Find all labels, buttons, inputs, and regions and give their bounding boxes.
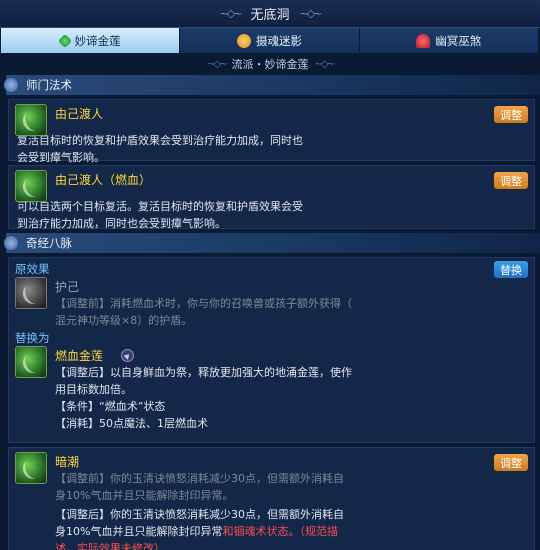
skill-desc-line: 【调整前】消耗燃血术时，你与你的召唤兽或孩子额外获得（	[55, 297, 352, 310]
skill-desc-text: 身10%气血并且只能解除封印异常	[55, 525, 223, 538]
skill-card-youji-duren: 调整 由己渡人 复活目标时的恢复和护盾效果会受到治疗能力加成，同时也 会受到瘴气…	[8, 99, 535, 164]
skill-desc-line: 身10%气血并且只能解除封印异常和锢魂术状态。（规范描	[55, 523, 528, 540]
tab-youming-wusha[interactable]: 幽冥巫煞	[359, 28, 539, 53]
skill-desc-line: 混元神功等级×8）的护盾。	[55, 314, 193, 327]
orange-orb-icon	[236, 33, 251, 48]
meridian-replace-card: 替换 原效果 护己 【调整前】消耗燃血术时，你与你的召唤兽或孩子额外获得（ 混元…	[8, 257, 535, 443]
tab-label: 幽冥巫煞	[435, 33, 482, 48]
skill-desc-line: 会受到瘴气影响。	[17, 151, 105, 164]
section-bullet-icon	[4, 236, 18, 250]
skill-desc-line: 【消耗】50点魔法、1层燃血术	[55, 417, 208, 430]
skill-name: 燃血金莲	[55, 348, 104, 363]
skill-card-youji-duren-ranxue: 调整 由己渡人（燃血） 可以自选两个目标复活。复活目标时的恢复和护盾效果会受 到…	[8, 165, 535, 230]
title-ornament-right-icon: ~◇~	[299, 7, 323, 20]
skill-desc-highlight: 述，实际效果未修改）	[55, 542, 165, 550]
window-title: 无底洞	[250, 8, 290, 23]
subtitle-ornament-right-icon: ~◇~	[314, 58, 336, 70]
tab-miaodi-jinlian[interactable]: 妙谛金莲	[1, 28, 181, 53]
subtitle-ornament-left-icon: ~◇~	[207, 58, 228, 70]
section-header-school: 师门法术	[4, 75, 540, 95]
tab-label: 妙谛金莲	[74, 33, 121, 48]
tab-shehun-miying[interactable]: 摄魂迷影	[180, 28, 360, 53]
skill-youji-duren-icon	[15, 104, 47, 136]
skill-desc-line: 【条件】“燃血术”状态	[55, 400, 166, 413]
skill-desc-line: 用目标数加倍。	[55, 383, 132, 396]
skill-anchao-icon	[15, 452, 47, 484]
skill-desc-line: 【调整后】以自身鲜血为祭，释放更加强大的地涌金莲，使作	[55, 366, 352, 379]
title-ornament-left-icon: ~◇~	[219, 7, 243, 20]
skill-ranxue-jinlian-icon	[15, 346, 47, 378]
skill-name: 由己渡人（燃血）	[55, 172, 152, 187]
replace-button[interactable]: 替换	[494, 261, 528, 278]
skill-desc-highlight: 和锢魂术状态。（规范描	[222, 525, 338, 538]
skill-name-row: 燃血金莲	[55, 346, 528, 364]
green-gem-icon	[57, 33, 72, 48]
school-subtitle: ~◇~ 流派・妙谛金莲 ~◇~	[0, 53, 540, 75]
navigate-arrow-icon[interactable]	[121, 348, 135, 362]
adjust-button[interactable]: 调整	[494, 172, 528, 189]
skill-desc-line: 【调整后】你的玉清诀愤怒消耗减少30点，但需额外消耗自	[55, 508, 344, 521]
original-effect-label: 原效果	[15, 261, 50, 276]
skill-huji-icon	[15, 277, 47, 309]
section-title: 奇经八脉	[26, 236, 72, 250]
tab-label: 摄魂迷影	[255, 33, 302, 48]
skill-desc-line: 到治疗能力加成，同时也会受到瘴气影响。	[17, 217, 226, 230]
subtitle-text: 流派・妙谛金莲	[231, 58, 309, 71]
skill-name: 护己	[55, 279, 80, 294]
red-bell-icon	[416, 33, 431, 48]
window-title-bar: ~◇~ 无底洞 ~◇~	[0, 0, 540, 28]
skill-card-anchao: 调整 暗潮 【调整前】你的玉清诀愤怒消耗减少30点，但需额外消耗自 身10%气血…	[8, 447, 535, 550]
skill-name: 由己渡人	[55, 106, 104, 121]
skill-youji-duren-ranxue-icon	[15, 170, 47, 202]
adjust-button[interactable]: 调整	[494, 454, 528, 471]
section-header-meridian: 奇经八脉	[4, 233, 540, 253]
skill-name: 暗潮	[55, 454, 80, 469]
replace-with-label: 替换为	[15, 330, 50, 345]
school-tabs: 妙谛金莲 摄魂迷影 幽冥巫煞	[1, 28, 539, 53]
adjust-button[interactable]: 调整	[494, 106, 528, 123]
section-bullet-icon	[4, 78, 18, 92]
skill-desc-line: 【调整前】你的玉清诀愤怒消耗减少30点，但需额外消耗自	[55, 472, 344, 485]
section-title: 师门法术	[26, 78, 72, 92]
skill-desc-line: 身10%气血并且只能解除封印异常。	[55, 489, 234, 502]
